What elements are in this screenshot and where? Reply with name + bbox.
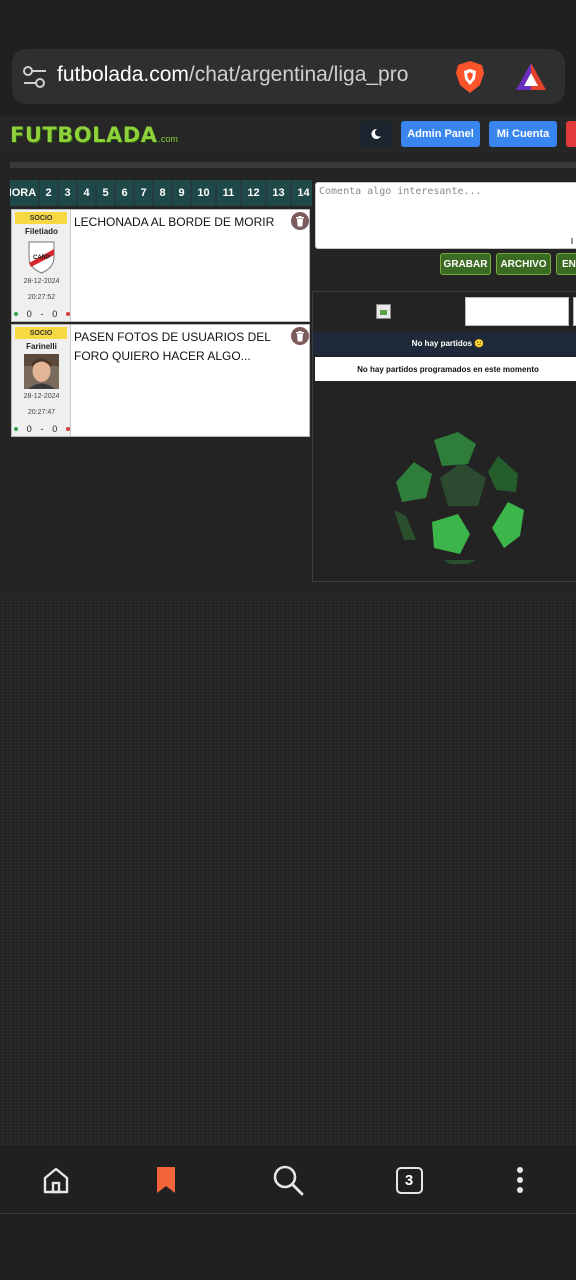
trash-icon <box>296 330 304 341</box>
screen: futbolada.com/chat/argentina/liga_pro FU… <box>0 0 576 1280</box>
upvote-icon[interactable] <box>14 312 18 316</box>
upvote-count: 0 <box>26 424 32 434</box>
post-username[interactable]: Farinelli <box>12 342 71 351</box>
status-bar <box>0 0 576 40</box>
post-date: 28-12-2024 <box>23 278 60 285</box>
tab-12[interactable]: 12 <box>242 180 265 206</box>
search-button[interactable] <box>270 1162 306 1198</box>
header-divider <box>10 162 576 168</box>
brave-shields-icon[interactable] <box>452 59 488 95</box>
web-page: FUTBOLADA .com Admin Panel Mi Cuenta HOR… <box>0 116 576 1145</box>
bookmarks-icon <box>157 1167 175 1193</box>
member-badge: SOCIO <box>15 212 67 224</box>
comment-input[interactable]: Comenta algo interesante... <box>315 182 576 249</box>
admin-panel-button[interactable]: Admin Panel <box>401 121 480 147</box>
post-author-panel: SOCIO Farinelli 28-12-2024 20:27:47 0 - … <box>12 325 71 436</box>
send-button[interactable]: ENVIAR <box>556 253 576 275</box>
vote-counter: 0 - 0 <box>14 309 70 319</box>
tab-count: 3 <box>395 1166 423 1194</box>
trash-icon <box>296 215 304 226</box>
post-date: 28-12-2024 <box>23 393 60 400</box>
downvote-count: 0 <box>52 309 58 319</box>
downvote-count: 0 <box>52 424 58 434</box>
tab-14[interactable]: 14 <box>292 180 312 206</box>
avatar-river-plate-crest[interactable]: CARP <box>24 239 59 274</box>
upvote-count: 0 <box>26 309 32 319</box>
browser-toolbar: futbolada.com/chat/argentina/liga_pro <box>0 40 576 116</box>
downvote-icon[interactable] <box>65 312 70 316</box>
system-navigation-bar <box>0 1213 576 1280</box>
search-icon <box>273 1165 304 1196</box>
member-badge: SOCIO <box>15 327 67 339</box>
upvote-icon[interactable] <box>14 427 18 431</box>
broken-image-icon <box>376 304 391 319</box>
tab-4[interactable]: 4 <box>78 180 95 206</box>
site-settings-icon[interactable] <box>22 64 48 90</box>
file-button[interactable]: ARCHIVO <box>496 253 551 275</box>
tab-7[interactable]: 7 <box>135 180 152 206</box>
logout-button[interactable] <box>566 121 576 147</box>
svg-text:CARP: CARP <box>33 255 50 261</box>
browser-bottom-nav: 3 <box>0 1145 576 1213</box>
tab-hora[interactable]: HORA <box>10 180 38 206</box>
post-text: PASEN FOTOS DE USUARIOS DEL FORO QUIERO … <box>74 330 271 363</box>
site-header: FUTBOLADA .com Admin Panel Mi Cuenta <box>0 116 576 152</box>
account-button[interactable]: Mi Cuenta <box>489 121 557 147</box>
post-time: 20:27:52 <box>27 294 56 301</box>
match-filter-input[interactable] <box>465 297 569 326</box>
tab-6[interactable]: 6 <box>116 180 133 206</box>
brave-rewards-icon[interactable] <box>513 59 549 95</box>
delete-post-button[interactable] <box>291 212 309 230</box>
home-button[interactable] <box>38 1162 74 1198</box>
hour-tabs: HORA 2 3 4 5 6 7 8 9 10 11 12 13 14 <box>10 180 312 206</box>
soccer-ball-icon <box>392 422 532 564</box>
moon-icon <box>371 128 381 139</box>
tab-2[interactable]: 2 <box>40 180 57 206</box>
bookmarks-button[interactable] <box>148 1162 184 1198</box>
tab-10[interactable]: 10 <box>192 180 215 206</box>
tab-5[interactable]: 5 <box>97 180 114 206</box>
matches-empty-message: No hay partidos programados en este mome… <box>315 357 576 381</box>
vote-counter: 0 - 0 <box>14 424 70 434</box>
post-author-panel: SOCIO Filetiado CARP 28-12-2024 20:27:52… <box>12 210 71 321</box>
page-background <box>0 594 576 1145</box>
record-button[interactable]: GRABAR <box>440 253 491 275</box>
theme-toggle-button[interactable] <box>360 121 392 147</box>
resize-handle[interactable] <box>571 238 573 244</box>
post-card: SOCIO Farinelli 28-12-2024 20:27:47 0 - … <box>11 324 310 437</box>
avatar-user-photo[interactable] <box>24 354 59 389</box>
logo-suffix: .com <box>158 134 178 144</box>
tab-13[interactable]: 13 <box>267 180 290 206</box>
matches-header: No hay partidos 😕 <box>313 332 576 355</box>
menu-button[interactable] <box>502 1162 538 1198</box>
matches-widget: No hay partidos 😕 No hay partidos progra… <box>312 291 576 582</box>
post-time: 20:27:47 <box>27 409 56 416</box>
downvote-icon[interactable] <box>65 427 70 431</box>
url-text[interactable]: futbolada.com/chat/argentina/liga_pro <box>57 63 452 91</box>
post-username[interactable]: Filetiado <box>12 227 71 236</box>
vote-separator: - <box>40 424 44 434</box>
url-path: /chat/argentina/liga_pro <box>188 63 409 86</box>
vote-separator: - <box>40 309 44 319</box>
post-card: SOCIO Filetiado CARP 28-12-2024 20:27:52… <box>11 209 310 322</box>
menu-icon <box>517 1167 523 1193</box>
logo-text: FUTBOLADA <box>10 123 158 147</box>
tab-11[interactable]: 11 <box>217 180 240 206</box>
tabs-button[interactable]: 3 <box>391 1162 427 1198</box>
delete-post-button[interactable] <box>291 327 309 345</box>
comment-placeholder: Comenta algo interesante... <box>319 186 482 197</box>
site-logo[interactable]: FUTBOLADA .com <box>10 121 178 147</box>
tab-8[interactable]: 8 <box>154 180 171 206</box>
post-text: LECHONADA AL BORDE DE MORIR <box>74 215 275 229</box>
address-bar[interactable]: futbolada.com/chat/argentina/liga_pro <box>12 49 565 104</box>
home-icon <box>43 1167 69 1194</box>
url-domain: futbolada.com <box>57 63 189 86</box>
tab-9[interactable]: 9 <box>173 180 190 206</box>
tab-3[interactable]: 3 <box>59 180 76 206</box>
